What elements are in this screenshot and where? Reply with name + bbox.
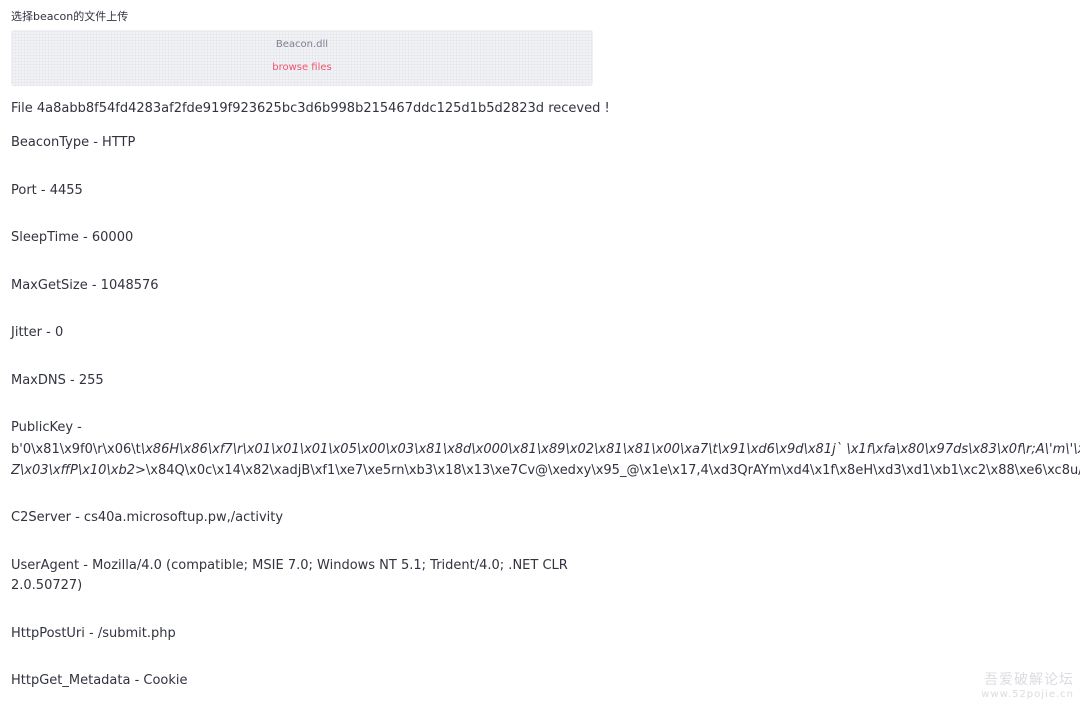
file-received-message: File 4a8abb8f54fd4283af2fde919f923625bc3… bbox=[11, 101, 610, 116]
jitter-line: Jitter - 0 bbox=[11, 325, 64, 340]
http-post-uri-line: HttpPostUri - /submit.php bbox=[11, 626, 176, 641]
browse-files-button[interactable]: browse files bbox=[11, 62, 593, 73]
public-key-label: PublicKey - bbox=[11, 420, 82, 435]
watermark-url: www.52pojie.cn bbox=[981, 689, 1074, 700]
beacon-type-line: BeaconType - HTTP bbox=[11, 135, 136, 150]
sleep-time-line: SleepTime - 60000 bbox=[11, 230, 134, 245]
max-dns-line: MaxDNS - 255 bbox=[11, 373, 104, 388]
watermark-title: 吾爱破解论坛 bbox=[984, 672, 1074, 688]
file-dropzone[interactable]: Beacon.dll browse files bbox=[11, 30, 593, 86]
site-watermark: 吾爱破解论坛 www.52pojie.cn bbox=[981, 669, 1074, 700]
public-key-line-2-plain: \x84Q\x0c\x14\x82\xadjB\xf1\xe7\xe5rn\xb… bbox=[145, 463, 1080, 478]
max-get-size-line: MaxGetSize - 1048576 bbox=[11, 278, 159, 293]
file-upload-label: 选择beacon的文件上传 bbox=[11, 10, 129, 23]
http-get-metadata-line: HttpGet_Metadata - Cookie bbox=[11, 673, 188, 688]
port-line: Port - 4455 bbox=[11, 183, 83, 198]
public-key-line-1: b'0\x81\x9f0\r\x06\t\x86H\x86\xf7\r\x01\… bbox=[11, 440, 1080, 460]
c2-server-line: C2Server - cs40a.microsoftup.pw,/activit… bbox=[11, 510, 284, 525]
public-key-line-2: Z\x03\xffP\x10\xb2>\x84Q\x0c\x14\x82\xad… bbox=[11, 461, 1080, 481]
public-key-line-1-italic: \x86H\x86\xf7\r\x01\x01\x01\x05\x00\x03\… bbox=[140, 442, 1080, 457]
public-key-line-2-italic: Z\x03\xffP\x10\xb2> bbox=[11, 463, 146, 478]
uploaded-file-name: Beacon.dll bbox=[275, 39, 329, 50]
public-key-line-1-plain: b'0\x81\x9f0\r\x06\t bbox=[11, 442, 141, 457]
user-agent-line: UserAgent - Mozilla/4.0 (compatible; MSI… bbox=[11, 558, 568, 593]
